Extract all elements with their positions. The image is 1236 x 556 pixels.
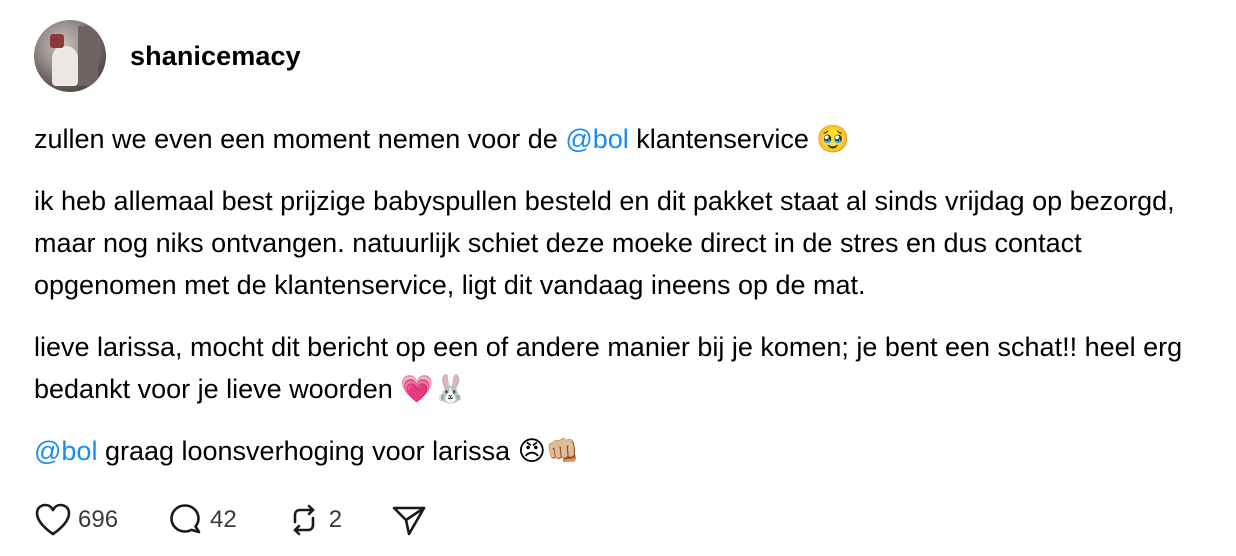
- repost-icon: [285, 502, 323, 538]
- post-body: zullen we even een moment nemen voor de …: [34, 118, 1214, 492]
- like-button[interactable]: 696: [34, 502, 118, 538]
- post-text: klantenservice 🥹: [628, 124, 850, 154]
- mention-link[interactable]: @bol: [34, 436, 97, 466]
- comment-button[interactable]: 42: [166, 502, 237, 538]
- post-text: graag loonsverhoging voor larissa 😠👊🏼: [97, 436, 580, 466]
- post-text: ik heb allemaal best prijzige babyspulle…: [34, 186, 1175, 300]
- avatar[interactable]: [34, 20, 106, 92]
- comment-bubble-icon: [166, 502, 204, 538]
- username[interactable]: shanicemacy: [130, 41, 301, 72]
- send-icon: [390, 502, 428, 538]
- post-paragraph: ik heb allemaal best prijzige babyspulle…: [34, 180, 1214, 306]
- share-button[interactable]: [390, 502, 428, 538]
- post-paragraph: zullen we even een moment nemen voor de …: [34, 118, 1214, 160]
- repost-count: 2: [328, 506, 343, 533]
- post: shanicemacy zullen we even een moment ne…: [0, 0, 1236, 556]
- post-paragraph: lieve larissa, mocht dit bericht op een …: [34, 326, 1214, 410]
- comment-count: 42: [210, 506, 237, 533]
- like-count: 696: [78, 506, 119, 533]
- heart-icon: [34, 502, 72, 538]
- post-text: lieve larissa, mocht dit bericht op een …: [34, 332, 1183, 404]
- repost-button[interactable]: 2: [285, 502, 342, 538]
- mention-link[interactable]: @bol: [565, 124, 628, 154]
- post-header: shanicemacy: [34, 20, 301, 92]
- post-text: zullen we even een moment nemen voor de: [34, 124, 566, 154]
- action-bar: 696 42 2: [34, 500, 476, 540]
- post-paragraph: @bol graag loonsverhoging voor larissa 😠…: [34, 430, 1214, 472]
